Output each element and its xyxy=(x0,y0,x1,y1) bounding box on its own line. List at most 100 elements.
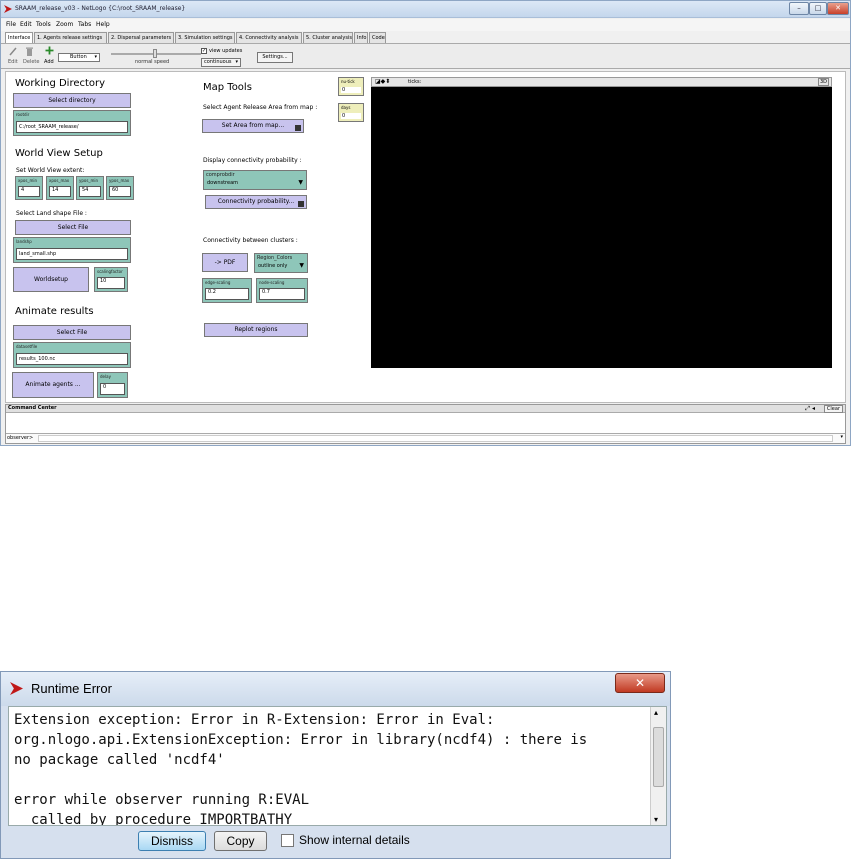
chevron-down-icon[interactable]: ▾ xyxy=(840,434,843,440)
dialog-close-button[interactable]: ✕ xyxy=(615,673,665,693)
error-line: Extension exception: Error in R-Extensio… xyxy=(14,712,495,728)
datasetfile-input: datasetfile results_100.nc xyxy=(13,342,131,368)
menu-tools[interactable]: Tools xyxy=(36,21,51,28)
copy-button[interactable]: Copy xyxy=(214,831,267,851)
to-pdf-button[interactable]: -> PDF xyxy=(202,253,248,272)
menu-help[interactable]: Help xyxy=(96,21,110,28)
dismiss-button[interactable]: Dismiss xyxy=(138,831,206,851)
chevron-down-icon: ▾ xyxy=(235,59,238,65)
view-header: ◪◆⬍ ticks: 3D xyxy=(371,77,832,87)
speed-label: normal speed xyxy=(135,59,170,65)
menu-zoom[interactable]: Zoom xyxy=(56,21,73,28)
toolbar: Edit Delete Add Button ▾ normal speed ✓ … xyxy=(1,43,850,69)
scalingfactor-field[interactable]: 10 xyxy=(97,277,125,289)
rootdir-label: rootdir xyxy=(16,112,30,117)
tab-info[interactable]: Info xyxy=(354,32,368,43)
show-internal-checkbox[interactable] xyxy=(281,834,294,847)
tab-cluster[interactable]: 5. Cluster analysis xyxy=(303,32,353,43)
tab-code[interactable]: Code xyxy=(369,32,386,43)
netlogo-app-icon xyxy=(4,5,12,13)
update-mode-value: continuous xyxy=(204,59,232,65)
scroll-up-icon[interactable]: ▴ xyxy=(654,708,658,717)
error-scrollbar[interactable]: ▴ ▾ xyxy=(650,707,666,825)
xpos-max-input: xpos_max 14 xyxy=(46,176,74,200)
rootdir-field[interactable]: C:/root_SRAAM_release/ xyxy=(16,121,128,133)
delay-label: delay xyxy=(100,374,111,379)
widget-type-value: Button xyxy=(70,54,87,60)
delete-label: Delete xyxy=(23,59,40,65)
tab-agents-release[interactable]: 1. Agents release settings xyxy=(34,32,107,43)
nu-tick-label: nu-tick xyxy=(341,79,355,84)
ypos-min-label: ypos_min xyxy=(79,178,98,183)
widget-type-select[interactable]: Button ▾ xyxy=(58,53,100,62)
dialog-title-bar: Runtime Error ✕ xyxy=(1,672,670,706)
error-message-area[interactable]: Extension exception: Error in R-Extensio… xyxy=(8,706,667,826)
edit-label: Edit xyxy=(8,59,18,65)
view-updates-label: view updates xyxy=(209,48,243,54)
connectivity-probability-label: Connectivity probability... xyxy=(217,198,295,205)
clear-button[interactable]: Clear xyxy=(823,405,843,413)
window-title: SRAAM_release_v03 - NetLogo {C:\root_SRA… xyxy=(15,5,186,12)
replot-regions-button[interactable]: Replot regions xyxy=(204,323,308,337)
expand-icon[interactable]: ⤢ ◂ xyxy=(805,405,815,413)
select-land-file-button[interactable]: Select File xyxy=(15,220,131,235)
minimize-button[interactable]: – xyxy=(789,2,809,15)
delay-field[interactable]: 0 xyxy=(100,383,125,395)
delay-input: delay 0 xyxy=(97,372,128,398)
3d-icon[interactable]: 3D xyxy=(817,78,829,86)
command-input[interactable] xyxy=(38,435,833,442)
ypos-max-input: ypos_max 60 xyxy=(106,176,134,200)
menu-edit[interactable]: Edit xyxy=(20,21,32,28)
scalingfactor-input: scalingfactor 10 xyxy=(94,267,128,292)
menu-tabs[interactable]: Tabs xyxy=(78,21,91,28)
xpos-min-field[interactable]: 4 xyxy=(18,186,40,197)
datasetfile-label: datasetfile xyxy=(16,344,38,349)
scalingfactor-label: scalingfactor xyxy=(97,269,123,274)
view-controls-icon[interactable]: ◪◆⬍ xyxy=(375,78,390,85)
error-line: no package called 'ncdf4' xyxy=(14,752,225,768)
tab-simulation[interactable]: 3. Simulation settings xyxy=(175,32,235,43)
worldsetup-button[interactable]: Worldsetup xyxy=(13,267,89,292)
days-label: days xyxy=(341,105,351,110)
edge-scaling-field[interactable]: 0.2 xyxy=(205,288,249,300)
add-label: Add xyxy=(44,59,54,65)
rootdir-input: rootdir C:/root_SRAAM_release/ xyxy=(13,110,131,136)
scrollbar-thumb[interactable] xyxy=(653,727,664,787)
node-scaling-field[interactable]: 0.7 xyxy=(259,288,305,300)
update-mode-select[interactable]: continuous ▾ xyxy=(201,58,241,67)
ypos-min-field[interactable]: 54 xyxy=(79,186,101,197)
nu-tick-value: 0 xyxy=(341,87,361,93)
observer-prompt[interactable]: observer> xyxy=(7,435,33,441)
landshp-label: landshp xyxy=(16,239,32,244)
connectivity-probability-button[interactable]: Connectivity probability... xyxy=(205,195,307,209)
xpos-max-field[interactable]: 14 xyxy=(49,186,71,197)
error-line: called by procedure IMPORTBATHY xyxy=(14,812,293,826)
chevron-down-icon: ▼ xyxy=(299,262,304,269)
ypos-max-field[interactable]: 60 xyxy=(109,186,131,197)
animate-agents-button[interactable]: Animate agents ... xyxy=(12,372,94,398)
set-area-from-map-button[interactable]: Set Area from map... xyxy=(202,119,304,133)
world-view[interactable] xyxy=(371,87,832,368)
menu-file[interactable]: File xyxy=(6,21,16,28)
tab-connectivity[interactable]: 4. Connectivity analysis xyxy=(236,32,302,43)
plus-icon[interactable] xyxy=(45,46,54,55)
settings-button[interactable]: Settings... xyxy=(257,52,293,63)
close-button[interactable]: ✕ xyxy=(827,2,849,15)
pencil-icon[interactable] xyxy=(9,47,17,56)
world-view-header: World View Setup xyxy=(15,148,103,159)
comprobdir-label: comprobdir xyxy=(206,172,235,178)
landshp-field[interactable]: land_small.shp xyxy=(16,248,128,260)
view-updates-checkbox[interactable]: ✓ xyxy=(201,48,207,54)
select-directory-button[interactable]: Select directory xyxy=(13,93,131,108)
comprobdir-chooser[interactable]: comprobdir downstream ▼ xyxy=(203,170,307,190)
maximize-button[interactable]: □ xyxy=(809,2,827,15)
datasetfile-field[interactable]: results_100.nc xyxy=(16,353,128,365)
region-colors-chooser[interactable]: Region_Colors outline only ▼ xyxy=(254,253,308,273)
trash-icon[interactable] xyxy=(26,47,33,56)
tab-dispersal[interactable]: 2. Dispersal parameters xyxy=(108,32,174,43)
scroll-down-icon[interactable]: ▾ xyxy=(654,815,658,824)
select-dataset-button[interactable]: Select File xyxy=(13,325,131,340)
edge-scaling-label: edge-scaling xyxy=(205,280,231,285)
speed-slider-thumb[interactable] xyxy=(153,49,157,58)
land-file-label: Select Land shape File : xyxy=(16,210,87,217)
